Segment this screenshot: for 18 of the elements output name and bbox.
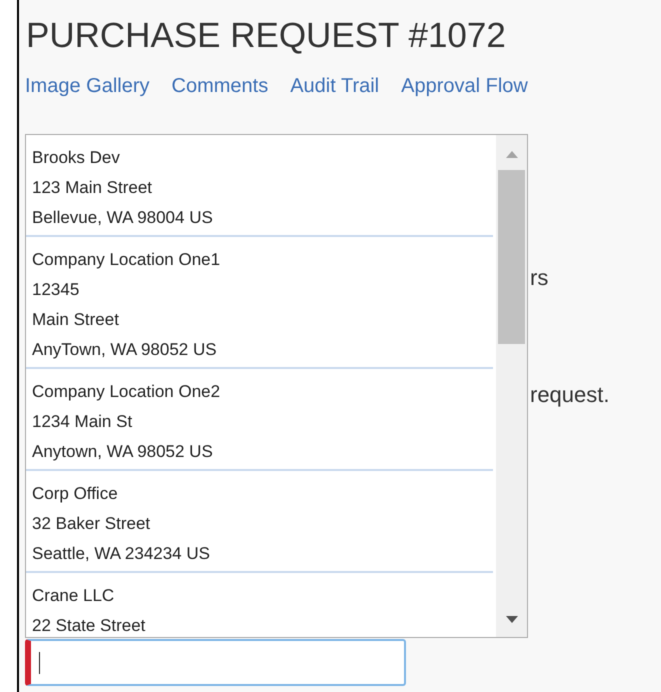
page-title: PURCHASE REQUEST #1072 — [25, 15, 506, 53]
scrollbar[interactable] — [496, 135, 527, 637]
scroll-down-icon[interactable] — [506, 616, 518, 623]
scroll-up-icon[interactable] — [506, 151, 518, 158]
address-option[interactable]: Brooks Dev 123 Main Street Bellevue, WA 98004 US — [26, 135, 493, 237]
tab-link[interactable]: Approval Flow — [401, 76, 528, 96]
address-option[interactable]: Company Location One2 1234 Main St Anytown, WA 98052 US — [26, 369, 493, 471]
address-option[interactable]: Corp Office 32 Baker Street Seattle, WA 234234 US — [26, 471, 493, 573]
tab-link[interactable]: Image Gallery — [25, 76, 150, 96]
body-text: request. — [530, 384, 610, 406]
body-text: rs — [530, 267, 548, 289]
tab-link[interactable]: Audit Trail — [290, 76, 380, 96]
tab-link[interactable]: Comments — [172, 76, 268, 96]
address-option[interactable]: Crane LLC 22 State Street — [26, 573, 493, 637]
address-option[interactable]: Company Location One1 12345 Main Street AnyTown, WA 98052 US — [26, 237, 493, 369]
scroll-thumb[interactable] — [498, 170, 525, 344]
text-cursor — [39, 652, 40, 674]
input-field[interactable] — [25, 639, 406, 686]
